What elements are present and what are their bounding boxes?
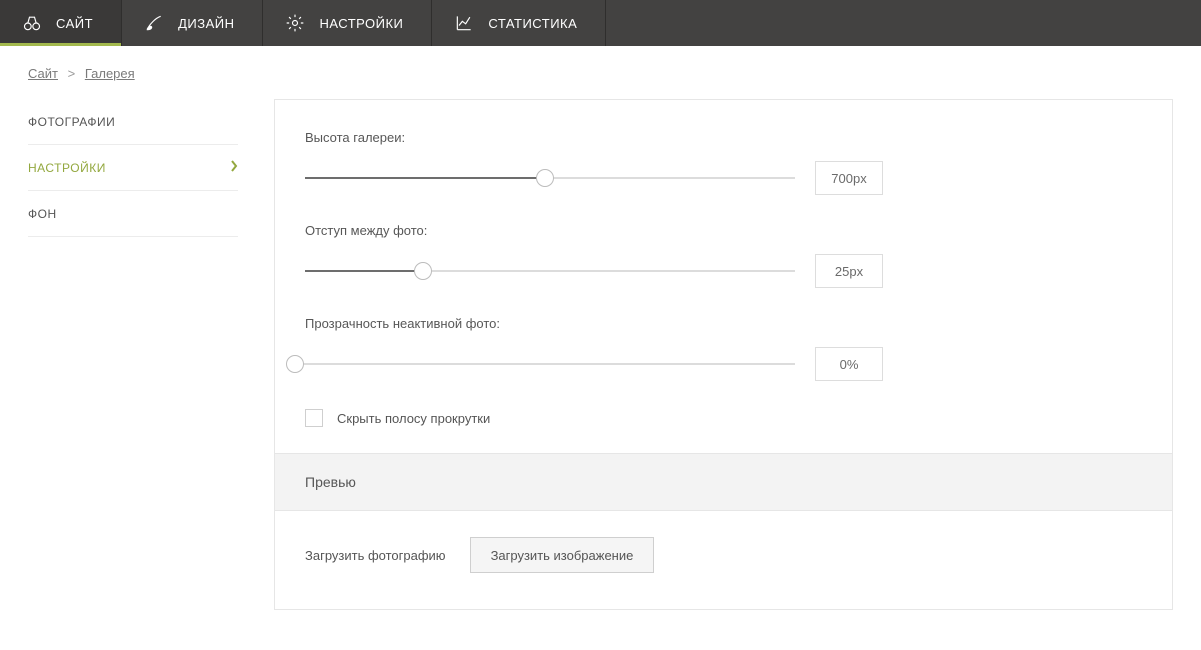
field-label: Отступ между фото: (305, 223, 1142, 238)
slider-photo-gap[interactable] (305, 263, 795, 279)
nav-design[interactable]: ДИЗАЙН (122, 0, 263, 46)
nav-label: ДИЗАЙН (178, 16, 234, 31)
settings-panel: Высота галереи: 700px Отступ между фото: (274, 99, 1173, 610)
slider-inactive-opacity[interactable] (295, 356, 795, 372)
breadcrumb: Сайт > Галерея (28, 66, 1173, 81)
slider-thumb[interactable] (414, 262, 432, 280)
field-inactive-opacity: Прозрачность неактивной фото: 0% (305, 316, 1142, 381)
field-photo-gap: Отступ между фото: 25px (305, 223, 1142, 288)
value-gallery-height: 700px (815, 161, 883, 195)
sidemenu-item-label: ФОТОГРАФИИ (28, 115, 115, 129)
upload-section: Загрузить фотографию Загрузить изображен… (275, 510, 1172, 609)
checkbox-hide-scrollbar[interactable] (305, 409, 323, 427)
nav-label: САЙТ (56, 16, 93, 31)
binoculars-icon (22, 13, 42, 33)
slider-thumb[interactable] (286, 355, 304, 373)
chevron-right-icon (230, 160, 238, 175)
nav-label: НАСТРОЙКИ (319, 16, 403, 31)
checkbox-label: Скрыть полосу прокрутки (337, 411, 490, 426)
section-title-preview: Превью (305, 474, 1142, 490)
top-nav: САЙТ ДИЗАЙН НАСТРОЙКИ СТАТИСТИКА (0, 0, 1201, 46)
settings-section: Высота галереи: 700px Отступ между фото: (275, 100, 1172, 453)
preview-section-header: Превью (275, 453, 1172, 510)
slider-fill (305, 270, 423, 272)
sidemenu-item-label: НАСТРОЙКИ (28, 161, 106, 175)
field-label: Высота галереи: (305, 130, 1142, 145)
breadcrumb-link-gallery[interactable]: Галерея (85, 66, 135, 81)
sidemenu-item-photos[interactable]: ФОТОГРАФИИ (28, 99, 238, 145)
breadcrumb-separator: > (68, 66, 76, 81)
breadcrumb-link-site[interactable]: Сайт (28, 66, 58, 81)
nav-settings[interactable]: НАСТРОЙКИ (263, 0, 432, 46)
field-gallery-height: Высота галереи: 700px (305, 130, 1142, 195)
slider-thumb[interactable] (536, 169, 554, 187)
side-menu: ФОТОГРАФИИ НАСТРОЙКИ ФОН (28, 99, 238, 237)
slider-gallery-height[interactable] (305, 170, 795, 186)
upload-button[interactable]: Загрузить изображение (470, 537, 655, 573)
sidemenu-item-background[interactable]: ФОН (28, 191, 238, 237)
upload-label: Загрузить фотографию (305, 548, 446, 563)
sidemenu-item-settings[interactable]: НАСТРОЙКИ (28, 145, 238, 191)
nav-site[interactable]: САЙТ (0, 0, 122, 46)
gear-icon (285, 13, 305, 33)
sidemenu-item-label: ФОН (28, 207, 57, 221)
field-hide-scrollbar: Скрыть полосу прокрутки (305, 409, 1142, 427)
slider-fill (305, 177, 545, 179)
brush-icon (144, 13, 164, 33)
field-label: Прозрачность неактивной фото: (305, 316, 1142, 331)
value-photo-gap: 25px (815, 254, 883, 288)
nav-statistics[interactable]: СТАТИСТИКА (432, 0, 606, 46)
value-inactive-opacity: 0% (815, 347, 883, 381)
nav-label: СТАТИСТИКА (488, 16, 577, 31)
chart-icon (454, 13, 474, 33)
